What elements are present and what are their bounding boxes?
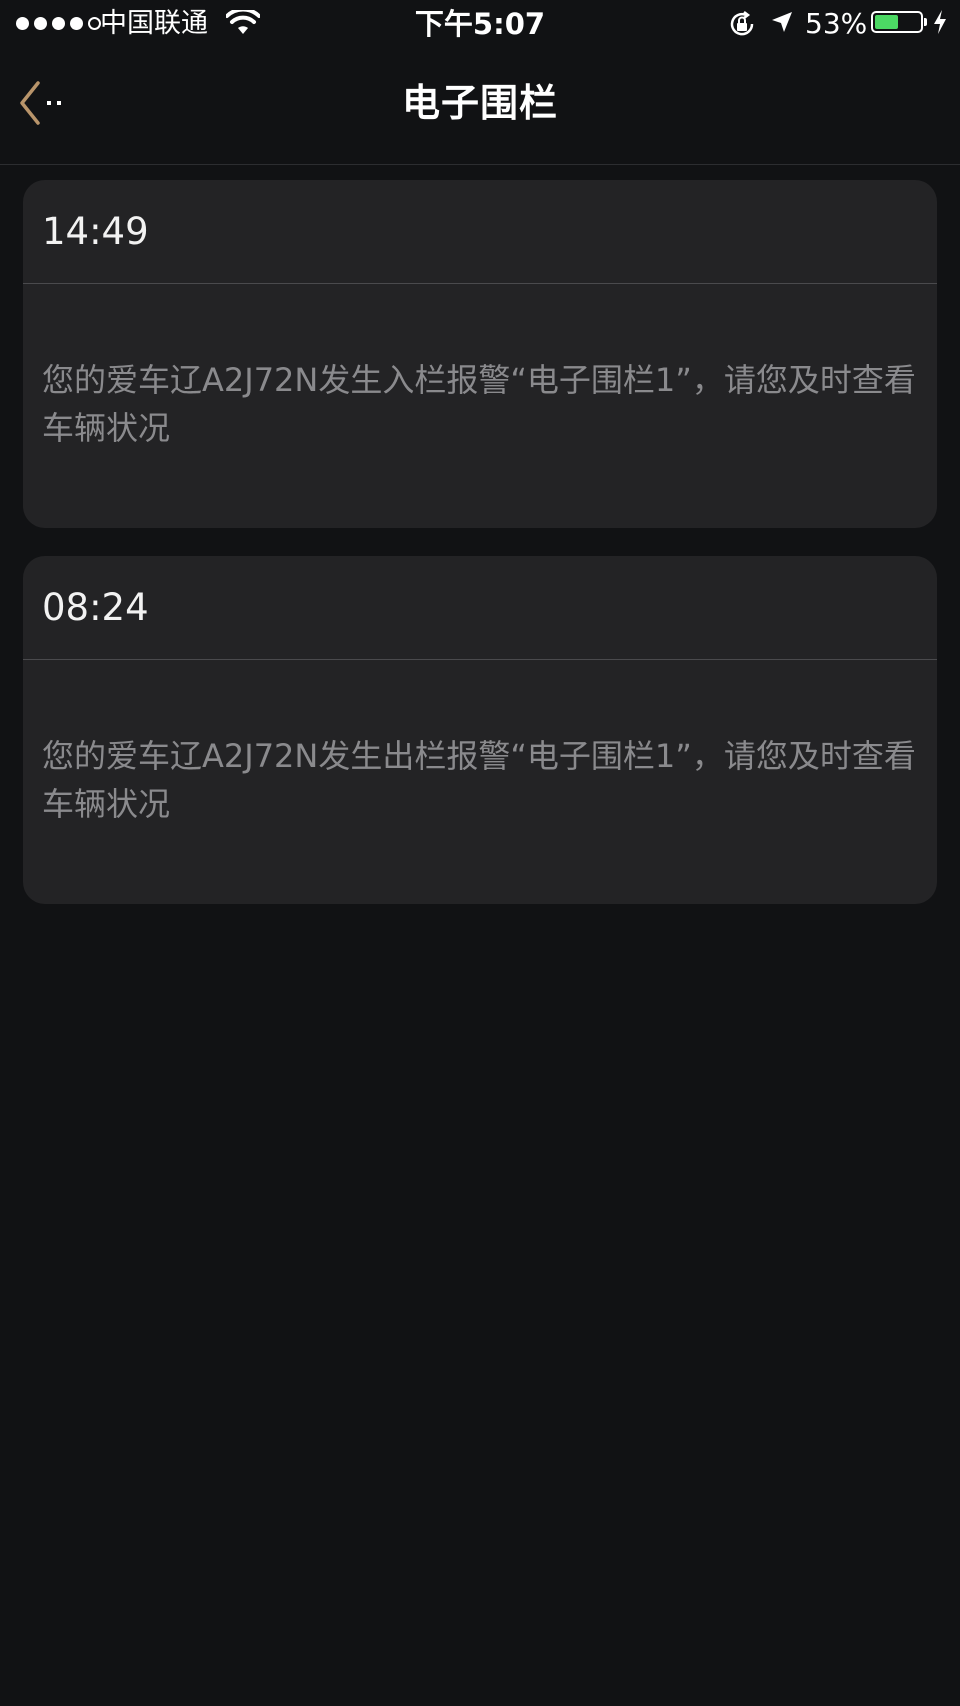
battery-icon — [871, 11, 927, 33]
navigation-bar: 电子围栏 — [0, 48, 960, 165]
alert-card-body: 您的爱车辽A2J72N发生入栏报警“电子围栏1”，请您及时查看车辆状况 — [23, 284, 937, 452]
alert-card-header: 14:49 — [23, 180, 937, 284]
battery-tip — [924, 18, 927, 26]
rotation-lock-icon — [728, 10, 756, 42]
alert-card[interactable]: 08:24 您的爱车辽A2J72N发生出栏报警“电子围栏1”，请您及时查看车辆状… — [23, 556, 937, 904]
alert-message: 您的爱车辽A2J72N发生入栏报警“电子围栏1”，请您及时查看车辆状况 — [42, 361, 916, 447]
page-title: 电子围栏 — [401, 81, 558, 125]
battery-percent: 53% — [805, 7, 868, 40]
battery-level-fill — [875, 15, 899, 29]
location-arrow-icon — [770, 10, 794, 38]
charging-bolt-icon — [932, 9, 948, 39]
alert-time: 08:24 — [42, 586, 149, 629]
alert-time: 14:49 — [42, 210, 149, 253]
alert-list: 14:49 您的爱车辽A2J72N发生入栏报警“电子围栏1”，请您及时查看车辆状… — [23, 180, 937, 932]
alert-card-header: 08:24 — [23, 556, 937, 660]
alert-card-body: 您的爱车辽A2J72N发生出栏报警“电子围栏1”，请您及时查看车辆状况 — [23, 660, 937, 828]
alert-message: 您的爱车辽A2J72N发生出栏报警“电子围栏1”，请您及时查看车辆状况 — [42, 737, 916, 823]
status-bar: 中国联通 下午5:07 53% — [0, 0, 960, 48]
alert-card[interactable]: 14:49 您的爱车辽A2J72N发生入栏报警“电子围栏1”，请您及时查看车辆状… — [23, 180, 937, 528]
